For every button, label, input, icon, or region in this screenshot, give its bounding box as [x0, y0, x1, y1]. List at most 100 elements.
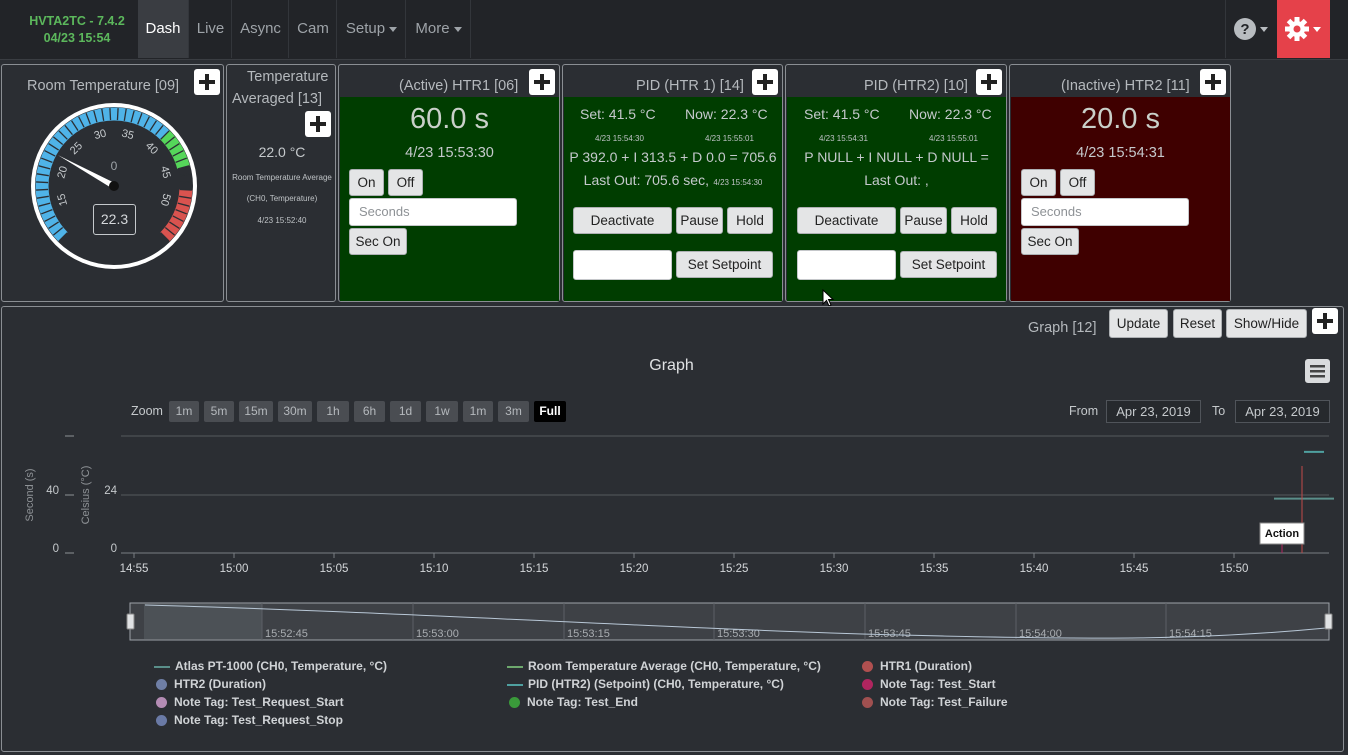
sec-on-button[interactable]: Sec On: [1021, 228, 1079, 255]
widget-pid-htr1: PID (HTR 1) [14] Set: 41.5 °C Now: 22.3 …: [562, 64, 783, 302]
y1-axis-title: Second (s): [24, 468, 36, 521]
widget-room-temperature: Room Temperature [09] 15 20 25 30 35 40 45 50 0 …: [1, 64, 224, 302]
setpoint-input[interactable]: [573, 250, 672, 280]
hold-button[interactable]: Hold: [727, 207, 773, 234]
add-widget-button[interactable]: [529, 69, 555, 95]
legend-dot-icon: [156, 715, 167, 727]
seconds-input[interactable]: Seconds: [349, 198, 517, 226]
nav-live-label: Live: [196, 20, 225, 37]
add-widget-button[interactable]: [1312, 308, 1338, 334]
legend-item[interactable]: HTR2 (Duration): [154, 677, 266, 691]
gauge-minor-tick: [116, 108, 119, 121]
off-button[interactable]: Off: [1060, 169, 1095, 196]
svg-text:?: ?: [1240, 21, 1249, 38]
legend-item[interactable]: Note Tag: Test_Request_Stop: [154, 713, 343, 727]
x-tick-label: 15:10: [420, 563, 449, 575]
htr2-timestamp: 4/23 15:54:31: [1076, 145, 1165, 161]
on-button[interactable]: On: [349, 169, 384, 196]
brand-name: HVTA2TC - 7.4.2: [29, 14, 125, 28]
deactivate-button[interactable]: Deactivate: [573, 207, 672, 234]
chart-title: Graph: [649, 357, 694, 374]
nav-cam[interactable]: Cam: [290, 0, 337, 58]
add-widget-button[interactable]: [194, 69, 220, 95]
gauge-minor-tick: [109, 108, 112, 121]
x-tick-label: 15:35: [920, 563, 949, 575]
legend-label: Atlas PT-1000 (CH0, Temperature, °C): [175, 659, 387, 673]
gauge-center-label: 0: [111, 159, 118, 173]
legend-item[interactable]: Note Tag: Test_End: [507, 695, 638, 709]
flag-label: Action: [1265, 528, 1300, 540]
navigator-handle-left[interactable]: [126, 613, 135, 630]
nav-cam-label: Cam: [297, 20, 329, 37]
widget-title: (Inactive) HTR2 [11]: [1061, 78, 1190, 94]
navigator-selection[interactable]: [144, 604, 262, 639]
legend-line-icon: [507, 665, 523, 668]
x-tick-label: 14:55: [120, 563, 149, 575]
legend-item[interactable]: HTR1 (Duration): [860, 659, 972, 673]
hold-button[interactable]: Hold: [951, 207, 997, 234]
pause-button[interactable]: Pause: [900, 207, 947, 234]
gear-icon: [1285, 17, 1321, 41]
add-widget-button[interactable]: [976, 69, 1002, 95]
chevron-down-icon: [389, 26, 398, 32]
setpoint-input[interactable]: [797, 250, 896, 280]
chart-menu-button[interactable]: [1305, 359, 1330, 383]
legend-item[interactable]: Room Temperature Average (CH0, Temperatu…: [507, 659, 821, 673]
pid-setpoint: Set: 41.5 °C: [580, 106, 656, 122]
x-tick-label: 15:25: [720, 563, 749, 575]
legend-item[interactable]: Note Tag: Test_Request_Start: [154, 695, 344, 709]
widget-htr1: (Active) HTR1 [06] 60.0 s 4/23 15:53:30 …: [338, 64, 560, 302]
pid-current-ts: 4/23 15:55:01: [929, 134, 978, 143]
legend-item[interactable]: Note Tag: Test_Start: [860, 677, 996, 691]
legend-dot-icon: [862, 661, 873, 673]
legend-item[interactable]: Atlas PT-1000 (CH0, Temperature, °C): [154, 659, 387, 673]
sec-on-button[interactable]: Sec On: [349, 228, 407, 255]
set-setpoint-button[interactable]: Set Setpoint: [676, 251, 773, 278]
nav-setup[interactable]: Setup: [338, 0, 406, 58]
nav-dash-label: Dash: [145, 20, 181, 37]
add-widget-button[interactable]: [305, 111, 331, 137]
htr2-duration: 20.0 s: [1081, 103, 1160, 135]
nav-dash[interactable]: Dash: [138, 0, 189, 58]
legend-label: PID (HTR2) (Setpoint) (CH0, Temperature,…: [528, 677, 784, 691]
show-hide-button[interactable]: Show/Hide: [1226, 309, 1307, 338]
chevron-down-icon: [453, 26, 462, 32]
legend-item[interactable]: PID (HTR2) (Setpoint) (CH0, Temperature,…: [507, 677, 784, 691]
pause-button[interactable]: Pause: [676, 207, 723, 234]
add-widget-button[interactable]: [1200, 69, 1226, 95]
brand[interactable]: HVTA2TC - 7.4.2 04/23 15:54: [28, 13, 126, 47]
set-setpoint-button[interactable]: Set Setpoint: [900, 251, 997, 278]
navbar: HVTA2TC - 7.4.2 04/23 15:54 Dash Live As…: [0, 0, 1348, 60]
help-button[interactable]: ?: [1225, 0, 1275, 58]
gauge-minor-tick: [36, 188, 49, 191]
off-button[interactable]: Off: [388, 169, 423, 196]
x-tick-label: 15:15: [520, 563, 549, 575]
add-widget-button[interactable]: [752, 69, 778, 95]
nav-more-label: More: [415, 20, 450, 37]
deactivate-button[interactable]: Deactivate: [797, 207, 896, 234]
y2-tick-label: 24: [104, 485, 117, 497]
x-tick-label: 15:40: [1020, 563, 1049, 575]
reset-button[interactable]: Reset: [1173, 309, 1222, 338]
nav-live[interactable]: Live: [190, 0, 232, 58]
x-tick-label: 15:45: [1120, 563, 1149, 575]
legend-line-icon: [507, 683, 523, 686]
legend-label: Note Tag: Test_End: [527, 695, 638, 709]
pid-last-out-row: Last Out: 705.6 sec, 4/23 15:54:30: [564, 172, 782, 190]
legend-line-icon: [154, 665, 170, 668]
pid-current-ts: 4/23 15:55:01: [705, 134, 754, 143]
nav-async[interactable]: Async: [233, 0, 289, 58]
settings-button[interactable]: [1277, 0, 1330, 58]
update-button[interactable]: Update: [1109, 309, 1168, 338]
nav-setup-label: Setup: [345, 20, 386, 37]
x-tick-label: 15:50: [1220, 563, 1249, 575]
average-timestamp: 4/23 15:52:40: [257, 216, 307, 225]
legend-item[interactable]: Note Tag: Test_Failure: [860, 695, 1008, 709]
on-button[interactable]: On: [1021, 169, 1056, 196]
legend-dot-icon: [156, 679, 167, 691]
seconds-input[interactable]: Seconds: [1021, 198, 1189, 226]
widget-title-line2: Averaged [13]: [232, 91, 323, 107]
navigator-handle-right[interactable]: [1324, 613, 1333, 630]
legend-dot-icon: [156, 697, 167, 709]
nav-more[interactable]: More: [407, 0, 471, 58]
